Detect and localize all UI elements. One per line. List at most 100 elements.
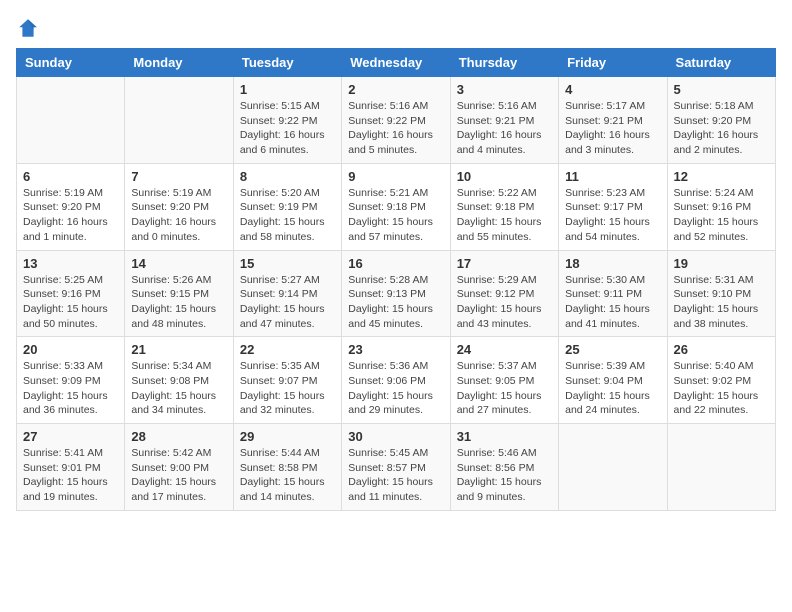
calendar-cell: 13 Sunrise: 5:25 AMSunset: 9:16 PMDayligh…	[17, 250, 125, 337]
weekday-header-monday: Monday	[125, 49, 233, 77]
day-info: Sunrise: 5:16 AMSunset: 9:21 PMDaylight:…	[457, 99, 552, 158]
page-header	[16, 16, 776, 40]
weekday-header-saturday: Saturday	[667, 49, 775, 77]
weekday-header-tuesday: Tuesday	[233, 49, 341, 77]
day-number: 24	[457, 342, 552, 357]
day-number: 18	[565, 256, 660, 271]
calendar-cell: 22 Sunrise: 5:35 AMSunset: 9:07 PMDayligh…	[233, 337, 341, 424]
day-number: 7	[131, 169, 226, 184]
calendar-cell: 5 Sunrise: 5:18 AMSunset: 9:20 PMDaylight…	[667, 77, 775, 164]
day-info: Sunrise: 5:41 AMSunset: 9:01 PMDaylight:…	[23, 446, 118, 505]
day-info: Sunrise: 5:22 AMSunset: 9:18 PMDaylight:…	[457, 186, 552, 245]
day-number: 23	[348, 342, 443, 357]
day-info: Sunrise: 5:25 AMSunset: 9:16 PMDaylight:…	[23, 273, 118, 332]
calendar-cell: 24 Sunrise: 5:37 AMSunset: 9:05 PMDayligh…	[450, 337, 558, 424]
day-info: Sunrise: 5:44 AMSunset: 8:58 PMDaylight:…	[240, 446, 335, 505]
calendar-cell: 7 Sunrise: 5:19 AMSunset: 9:20 PMDaylight…	[125, 163, 233, 250]
calendar-cell: 10 Sunrise: 5:22 AMSunset: 9:18 PMDayligh…	[450, 163, 558, 250]
day-info: Sunrise: 5:34 AMSunset: 9:08 PMDaylight:…	[131, 359, 226, 418]
day-info: Sunrise: 5:45 AMSunset: 8:57 PMDaylight:…	[348, 446, 443, 505]
day-info: Sunrise: 5:27 AMSunset: 9:14 PMDaylight:…	[240, 273, 335, 332]
calendar-week-row: 20Sunrise: 5:33 AMSunset: 9:09 PMDayligh…	[17, 337, 776, 424]
day-number: 10	[457, 169, 552, 184]
calendar-table: SundayMondayTuesdayWednesdayThursdayFrid…	[16, 48, 776, 511]
day-number: 15	[240, 256, 335, 271]
calendar-cell: 23 Sunrise: 5:36 AMSunset: 9:06 PMDayligh…	[342, 337, 450, 424]
day-info: Sunrise: 5:37 AMSunset: 9:05 PMDaylight:…	[457, 359, 552, 418]
day-info: Sunrise: 5:19 AMSunset: 9:20 PMDaylight:…	[131, 186, 226, 245]
calendar-cell: 2 Sunrise: 5:16 AMSunset: 9:22 PMDaylight…	[342, 77, 450, 164]
weekday-header-sunday: Sunday	[17, 49, 125, 77]
day-number: 25	[565, 342, 660, 357]
day-info: Sunrise: 5:16 AMSunset: 9:22 PMDaylight:…	[348, 99, 443, 158]
day-number: 2	[348, 82, 443, 97]
logo-icon	[16, 16, 40, 40]
day-number: 27	[23, 429, 118, 444]
day-info: Sunrise: 5:17 AMSunset: 9:21 PMDaylight:…	[565, 99, 660, 158]
calendar-week-row: 6Sunrise: 5:19 AMSunset: 9:20 PMDaylight…	[17, 163, 776, 250]
calendar-cell	[125, 77, 233, 164]
calendar-cell: 12 Sunrise: 5:24 AMSunset: 9:16 PMDayligh…	[667, 163, 775, 250]
day-info: Sunrise: 5:40 AMSunset: 9:02 PMDaylight:…	[674, 359, 769, 418]
day-info: Sunrise: 5:36 AMSunset: 9:06 PMDaylight:…	[348, 359, 443, 418]
day-number: 11	[565, 169, 660, 184]
day-info: Sunrise: 5:39 AMSunset: 9:04 PMDaylight:…	[565, 359, 660, 418]
logo	[16, 16, 44, 40]
calendar-cell: 28 Sunrise: 5:42 AMSunset: 9:00 PMDayligh…	[125, 424, 233, 511]
day-number: 5	[674, 82, 769, 97]
day-number: 8	[240, 169, 335, 184]
day-number: 28	[131, 429, 226, 444]
day-number: 21	[131, 342, 226, 357]
calendar-cell: 18Sunrise: 5:30 AMSunset: 9:11 PMDayligh…	[559, 250, 667, 337]
day-info: Sunrise: 5:15 AMSunset: 9:22 PMDaylight:…	[240, 99, 335, 158]
calendar-cell	[17, 77, 125, 164]
day-info: Sunrise: 5:23 AMSunset: 9:17 PMDaylight:…	[565, 186, 660, 245]
calendar-week-row: 27 Sunrise: 5:41 AMSunset: 9:01 PMDayligh…	[17, 424, 776, 511]
day-number: 31	[457, 429, 552, 444]
calendar-cell: 30Sunrise: 5:45 AMSunset: 8:57 PMDayligh…	[342, 424, 450, 511]
calendar-cell: 20Sunrise: 5:33 AMSunset: 9:09 PMDayligh…	[17, 337, 125, 424]
calendar-cell: 1 Sunrise: 5:15 AMSunset: 9:22 PMDaylight…	[233, 77, 341, 164]
calendar-cell: 25 Sunrise: 5:39 AMSunset: 9:04 PMDayligh…	[559, 337, 667, 424]
calendar-cell	[559, 424, 667, 511]
day-number: 12	[674, 169, 769, 184]
calendar-cell: 9 Sunrise: 5:21 AMSunset: 9:18 PMDaylight…	[342, 163, 450, 250]
day-number: 22	[240, 342, 335, 357]
calendar-cell: 17 Sunrise: 5:29 AMSunset: 9:12 PMDayligh…	[450, 250, 558, 337]
calendar-cell: 21 Sunrise: 5:34 AMSunset: 9:08 PMDayligh…	[125, 337, 233, 424]
day-info: Sunrise: 5:20 AMSunset: 9:19 PMDaylight:…	[240, 186, 335, 245]
calendar-cell: 15 Sunrise: 5:27 AMSunset: 9:14 PMDayligh…	[233, 250, 341, 337]
weekday-header-wednesday: Wednesday	[342, 49, 450, 77]
calendar-cell: 19 Sunrise: 5:31 AMSunset: 9:10 PMDayligh…	[667, 250, 775, 337]
day-number: 19	[674, 256, 769, 271]
day-number: 13	[23, 256, 118, 271]
day-info: Sunrise: 5:42 AMSunset: 9:00 PMDaylight:…	[131, 446, 226, 505]
day-number: 3	[457, 82, 552, 97]
day-info: Sunrise: 5:31 AMSunset: 9:10 PMDaylight:…	[674, 273, 769, 332]
calendar-week-row: 1 Sunrise: 5:15 AMSunset: 9:22 PMDaylight…	[17, 77, 776, 164]
day-info: Sunrise: 5:21 AMSunset: 9:18 PMDaylight:…	[348, 186, 443, 245]
calendar-cell: 27 Sunrise: 5:41 AMSunset: 9:01 PMDayligh…	[17, 424, 125, 511]
weekday-header-row: SundayMondayTuesdayWednesdayThursdayFrid…	[17, 49, 776, 77]
day-info: Sunrise: 5:29 AMSunset: 9:12 PMDaylight:…	[457, 273, 552, 332]
day-info: Sunrise: 5:18 AMSunset: 9:20 PMDaylight:…	[674, 99, 769, 158]
calendar-cell: 16Sunrise: 5:28 AMSunset: 9:13 PMDayligh…	[342, 250, 450, 337]
calendar-cell: 26Sunrise: 5:40 AMSunset: 9:02 PMDayligh…	[667, 337, 775, 424]
day-number: 29	[240, 429, 335, 444]
day-number: 16	[348, 256, 443, 271]
calendar-cell	[667, 424, 775, 511]
day-number: 17	[457, 256, 552, 271]
day-info: Sunrise: 5:24 AMSunset: 9:16 PMDaylight:…	[674, 186, 769, 245]
day-info: Sunrise: 5:35 AMSunset: 9:07 PMDaylight:…	[240, 359, 335, 418]
calendar-cell: 31Sunrise: 5:46 AMSunset: 8:56 PMDayligh…	[450, 424, 558, 511]
calendar-cell: 3 Sunrise: 5:16 AMSunset: 9:21 PMDaylight…	[450, 77, 558, 164]
day-number: 4	[565, 82, 660, 97]
day-number: 1	[240, 82, 335, 97]
calendar-cell: 14Sunrise: 5:26 AMSunset: 9:15 PMDayligh…	[125, 250, 233, 337]
day-number: 14	[131, 256, 226, 271]
day-info: Sunrise: 5:19 AMSunset: 9:20 PMDaylight:…	[23, 186, 118, 245]
calendar-cell: 11 Sunrise: 5:23 AMSunset: 9:17 PMDayligh…	[559, 163, 667, 250]
day-number: 9	[348, 169, 443, 184]
weekday-header-thursday: Thursday	[450, 49, 558, 77]
calendar-cell: 29 Sunrise: 5:44 AMSunset: 8:58 PMDayligh…	[233, 424, 341, 511]
